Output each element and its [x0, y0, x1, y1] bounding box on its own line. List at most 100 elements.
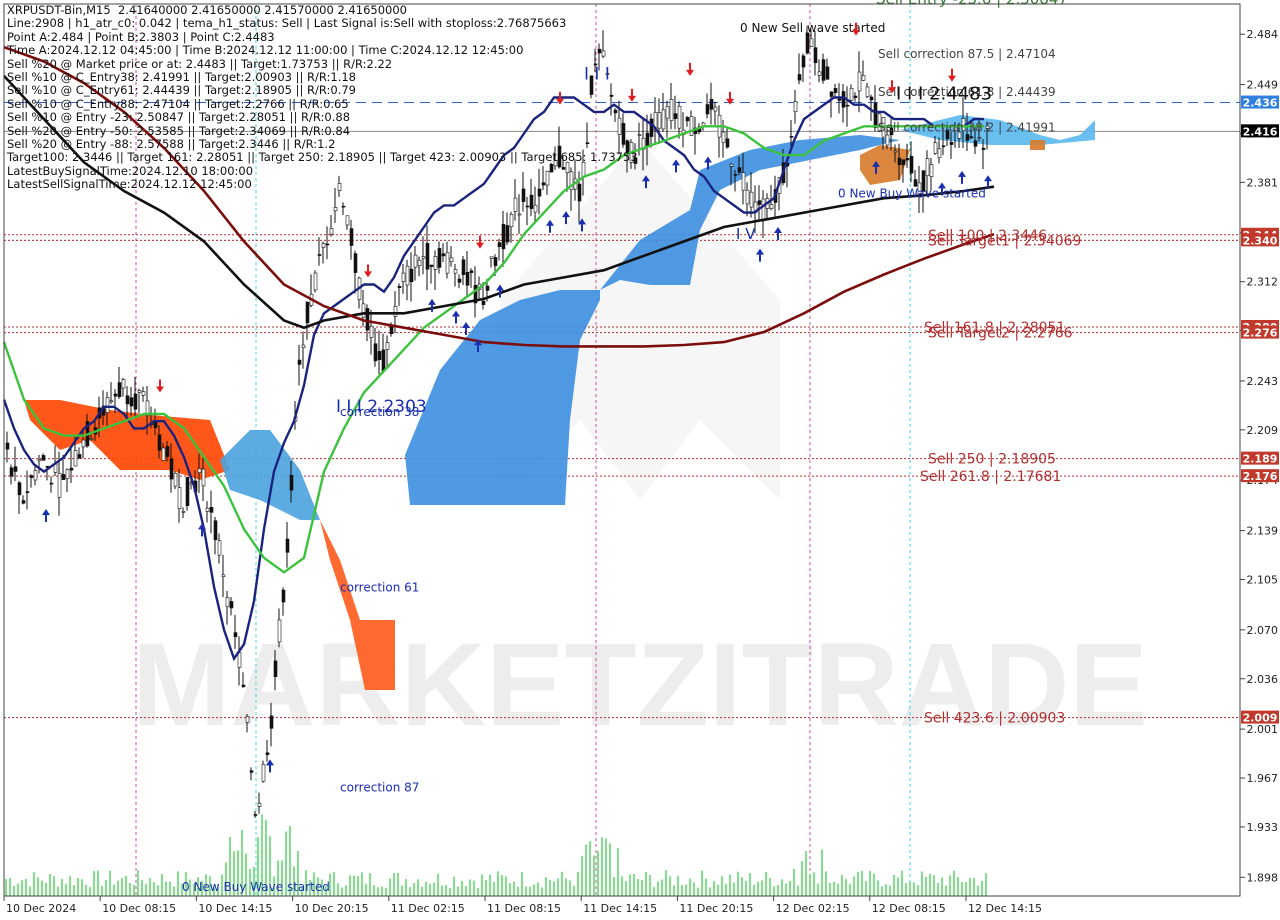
buy-arrow-icon: [774, 227, 782, 240]
candle-body: [41, 455, 46, 461]
level-label: Sell 261.8 | 2.17681: [920, 469, 1061, 485]
candle-body: [217, 540, 222, 556]
candle-body: [493, 257, 498, 267]
sell-arrow-icon: [476, 235, 484, 249]
price-badge-text: 2.276: [1243, 327, 1278, 340]
candle-body: [669, 99, 674, 121]
candle-body: [977, 137, 982, 139]
candle-body: [425, 243, 430, 270]
candle-body: [17, 482, 22, 496]
candle-body: [865, 86, 870, 97]
info-line: Line:2908 | h1_atr_c0: 0.042 | tema_h1_s…: [7, 16, 567, 31]
candle-body: [269, 715, 274, 729]
candle-body: [261, 764, 266, 782]
candle-body: [141, 391, 146, 396]
candle-body: [705, 104, 710, 115]
candle-body: [833, 88, 838, 94]
cloud-region: [1030, 140, 1045, 150]
candle-body: [369, 325, 374, 338]
candle-body: [761, 198, 766, 222]
candle-body: [393, 306, 398, 317]
x-tick-label: 11 Dec 20:15: [679, 902, 753, 915]
candle-body: [81, 439, 86, 448]
candle-body: [229, 601, 234, 609]
y-tick-label: 2.449: [1247, 79, 1279, 92]
candle-body: [301, 344, 306, 349]
info-line: Time A:2024.12.12 04:45:00 | Time B:2024…: [7, 43, 524, 58]
sell-arrow-icon: [156, 379, 164, 393]
candle-body: [485, 285, 490, 291]
info-line: Target100: 2.3446 || Target 161: 2.28051…: [7, 150, 638, 165]
candle-body: [421, 256, 426, 259]
candle-body: [273, 660, 278, 678]
candle-body: [305, 301, 310, 324]
info-line: Point A:2.484 | Point B:2.3803 | Point C…: [7, 29, 275, 44]
candle-body: [817, 71, 822, 76]
y-tick-label: 2.209: [1247, 424, 1279, 437]
candle-body: [405, 265, 410, 286]
x-tick-label: 10 Dec 20:15: [295, 902, 369, 915]
candle-body: [21, 500, 26, 504]
volume-bars: [5, 814, 987, 896]
level-label: Sell correction 87.5 | 2.47104: [878, 47, 1056, 61]
candle-body: [797, 74, 802, 81]
candle-body: [845, 104, 850, 107]
info-line: LatestSellSignalTime:2024.12.12 12:45:00: [7, 177, 252, 192]
candle-body: [685, 117, 690, 122]
candle-body: [181, 511, 186, 513]
x-tick-label: 10 Dec 14:15: [198, 902, 272, 915]
candle-body: [769, 204, 774, 209]
y-tick-label: 1.898: [1247, 871, 1279, 884]
info-line: Sell %20 @ Entry -88: 2.57588 || Target:…: [7, 137, 336, 152]
level-label: Sell 250 | 2.18905: [928, 452, 1056, 468]
symbol-line: XRPUSDT-Bin,M15 2.41640000 2.41650000 2.…: [7, 3, 407, 17]
candle-body: [161, 447, 166, 461]
candle-body: [709, 99, 714, 110]
candle-body: [121, 378, 126, 389]
candle-body: [949, 142, 954, 145]
wave-annotation: 0 New Buy Wave started: [838, 186, 986, 200]
candle-body: [489, 256, 494, 259]
candle-body: [377, 350, 382, 361]
wave-annotation: I V: [736, 225, 756, 243]
candle-body: [793, 101, 798, 113]
price-badge-text: 2.176: [1243, 470, 1278, 483]
y-tick-label: 2.001: [1247, 723, 1279, 736]
x-tick-label: 11 Dec 02:15: [391, 902, 465, 915]
candle-body: [725, 138, 730, 148]
candle-body: [429, 264, 434, 267]
candle-body: [453, 269, 458, 274]
candle-body: [437, 248, 442, 268]
candle-body: [365, 308, 370, 331]
candle-body: [209, 507, 214, 513]
candle-body: [825, 66, 830, 80]
candle-body: [157, 434, 162, 451]
candle-body: [213, 520, 218, 541]
candle-body: [281, 589, 286, 603]
candle-body: [285, 538, 290, 553]
candle-body: [321, 243, 326, 248]
x-tick-label: 10 Dec 08:15: [102, 902, 176, 915]
candle-body: [729, 163, 734, 167]
candle-body: [325, 243, 330, 246]
candle-body: [37, 459, 42, 462]
candle-body: [885, 134, 890, 146]
candle-body: [277, 619, 282, 643]
price-badge-text: 2.416: [1243, 125, 1278, 138]
candle-body: [61, 474, 66, 480]
buy-arrow-icon: [672, 159, 680, 173]
candle-body: [77, 454, 82, 459]
candle-body: [265, 752, 270, 755]
y-tick-label: 2.312: [1247, 276, 1279, 289]
candle-body: [853, 95, 858, 98]
candle-body: [241, 684, 246, 688]
wave-annotation: correction 38: [340, 405, 419, 419]
x-tick-label: 10 Dec 2024: [6, 902, 76, 915]
candle-body: [381, 349, 386, 372]
y-tick-label: 2.243: [1247, 375, 1279, 388]
candle-body: [33, 470, 38, 481]
candle-body: [637, 134, 642, 136]
candle-body: [257, 802, 262, 807]
candle-body: [57, 472, 62, 498]
info-line: Sell %10 @ Entry -23: 2.50847 || Target:…: [7, 110, 351, 125]
